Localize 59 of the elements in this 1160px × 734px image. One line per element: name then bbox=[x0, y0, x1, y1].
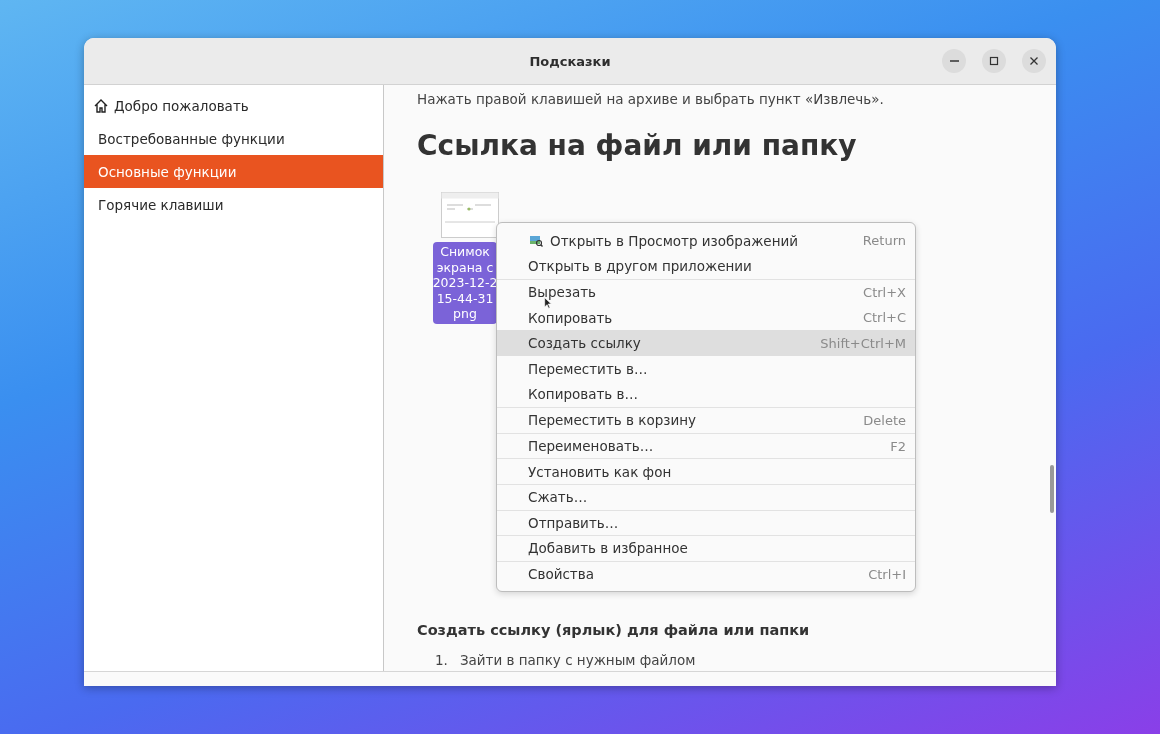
home-icon bbox=[93, 97, 109, 114]
step-text: Зайти в папку с нужным файлом bbox=[459, 652, 696, 668]
menu-item[interactable]: Копировать в… bbox=[497, 381, 915, 408]
menu-item-label: Открыть в другом приложении bbox=[528, 258, 752, 275]
shortcut-text: F2 bbox=[890, 438, 906, 454]
sidebar-item[interactable]: Основные функции bbox=[84, 155, 383, 188]
menu-item-label: Открыть в Просмотр изображений bbox=[550, 232, 799, 249]
menu-item-label: Переименовать… bbox=[528, 438, 654, 455]
menu-item[interactable]: Создать ссылку Shift+Ctrl+M bbox=[497, 330, 915, 356]
menu-item-label: Установить как фон bbox=[528, 463, 672, 480]
menu-item[interactable]: Свойства Ctrl+I bbox=[497, 560, 915, 587]
maximize-icon bbox=[989, 56, 999, 66]
close-icon bbox=[1029, 56, 1039, 66]
paragraph: Нажать правой клавишей на архиве и выбрать пункт «Извлечь». bbox=[417, 91, 885, 107]
menu-item-label: Добавить в избранное bbox=[528, 540, 688, 557]
menu-item[interactable]: Установить как фон bbox=[497, 458, 915, 484]
shortcut-text: Ctrl+X bbox=[863, 285, 906, 300]
menu-item-label: Копировать в… bbox=[528, 386, 639, 403]
menu-item[interactable]: Переместить в корзину Delete bbox=[497, 407, 915, 433]
file-name-text: 15-44-31 bbox=[436, 290, 494, 306]
sidebar-item[interactable]: Добро пожаловать bbox=[84, 89, 383, 122]
minimize-icon bbox=[949, 60, 959, 62]
menu-item-label: Вырезать bbox=[528, 284, 597, 301]
menu-item[interactable]: Переименовать… F2 bbox=[497, 432, 915, 459]
close-button[interactable] bbox=[1022, 49, 1046, 73]
window-title: Подсказки bbox=[529, 53, 611, 69]
menu-item[interactable]: Открыть в Просмотр изображений Return bbox=[497, 228, 915, 254]
sidebar-item[interactable]: Горячие клавиши bbox=[84, 188, 383, 221]
shortcut-text: Ctrl+C bbox=[862, 310, 906, 326]
section-heading: Ссылка на файл или папку bbox=[417, 129, 858, 162]
file-name-label[interactable]: Снимок экрана с 2023-12-2 15-44-31 png bbox=[433, 242, 497, 324]
menu-item-label: Сжать… bbox=[528, 489, 588, 506]
menu-item-label: Переместить в корзину bbox=[528, 412, 696, 429]
step-number: 1. bbox=[435, 652, 448, 668]
menu-item[interactable]: Вырезать Ctrl+X bbox=[497, 279, 915, 305]
file-name-text: Снимок bbox=[440, 244, 490, 260]
menu-item[interactable]: Переместить в… bbox=[497, 355, 915, 382]
menu-item-label: Отправить… bbox=[528, 514, 619, 531]
menu-item[interactable]: Добавить в избранное bbox=[497, 535, 915, 561]
shortcut-text: Shift+Ctrl+M bbox=[820, 335, 906, 351]
menu-item[interactable]: Сжать… bbox=[497, 483, 915, 510]
menu-item-label: Копировать bbox=[528, 309, 613, 326]
menu-item-label: Создать ссылку bbox=[528, 335, 641, 352]
menu-item-label: Свойства bbox=[528, 566, 594, 582]
menu-item-label: Переместить в… bbox=[528, 360, 648, 377]
menu-item[interactable]: Копировать Ctrl+C bbox=[497, 304, 915, 331]
menu-item[interactable]: Отправить… bbox=[497, 509, 915, 536]
file-name-text: 2023-12-2 bbox=[432, 275, 498, 291]
subheading: Создать ссылку (ярлык) для файла или папки bbox=[417, 622, 811, 638]
minimize-button[interactable] bbox=[942, 49, 966, 73]
file-name-text: png bbox=[453, 306, 477, 322]
maximize-button[interactable] bbox=[982, 49, 1006, 73]
shortcut-text: Delete bbox=[863, 412, 906, 428]
shortcut-text: Ctrl+I bbox=[868, 566, 906, 582]
menu-item[interactable]: Открыть в другом приложении bbox=[497, 253, 915, 280]
scrollbar[interactable] bbox=[1050, 465, 1054, 513]
file-name-text: экрана с bbox=[436, 259, 494, 275]
shortcut-text: Return bbox=[862, 233, 906, 249]
sidebar-item[interactable]: Востребованные функции bbox=[84, 122, 383, 155]
